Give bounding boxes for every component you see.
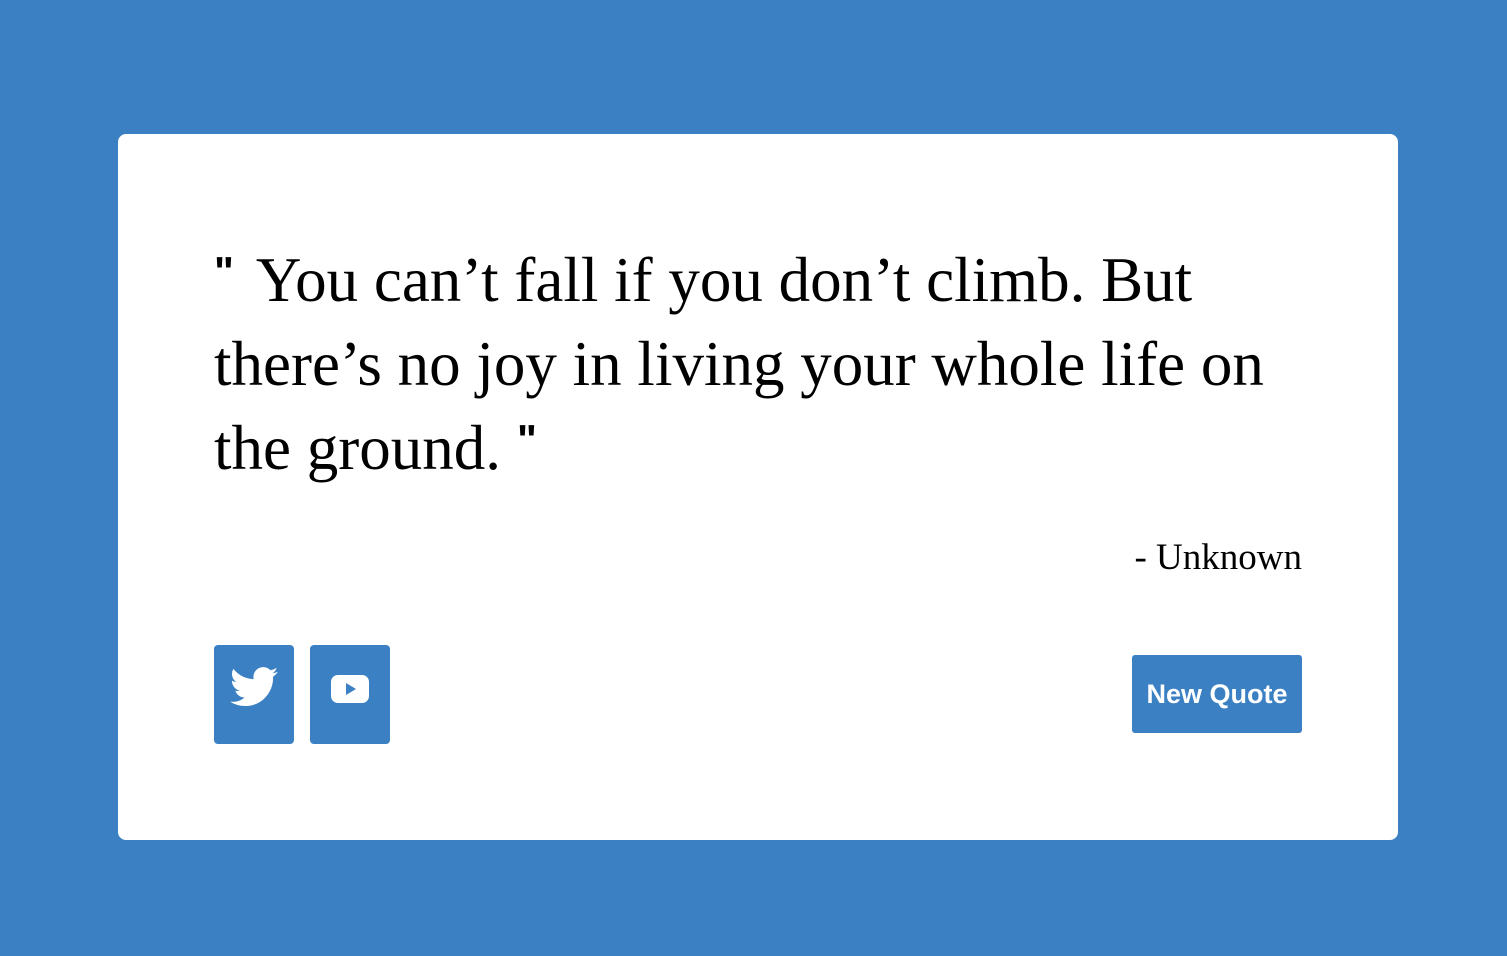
close-quote-mark: " (516, 416, 537, 463)
twitter-icon (230, 667, 278, 707)
quote-box: " You can’t fall if you don’t climb. But … (118, 134, 1398, 840)
open-quote-mark: " (214, 248, 234, 295)
youtube-button[interactable] (310, 645, 390, 744)
tweet-quote-button[interactable] (214, 645, 294, 744)
quote-author: - Unknown (1134, 537, 1302, 578)
quote-text-block: " You can’t fall if you don’t climb. But … (214, 238, 1314, 490)
new-quote-button[interactable]: New Quote (1132, 655, 1302, 733)
quote-text: You can’t fall if you don’t climb. But t… (214, 245, 1264, 483)
youtube-icon (331, 675, 369, 703)
